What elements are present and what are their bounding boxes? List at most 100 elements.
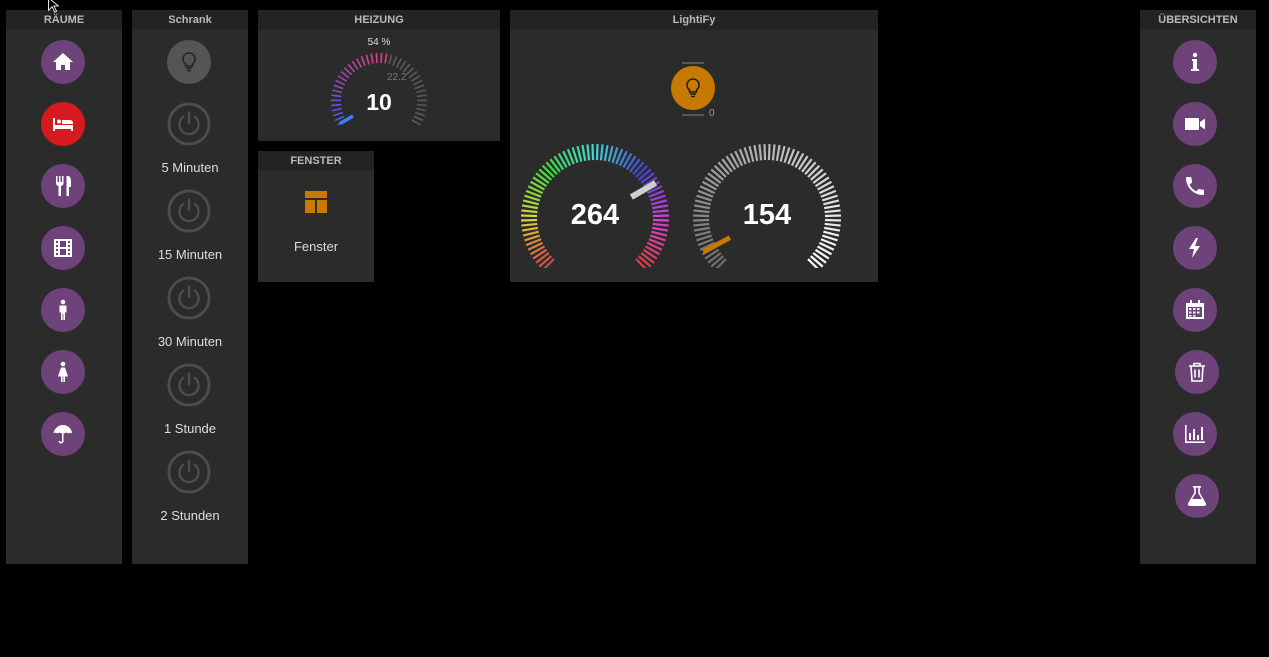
- hue-gauge-tick: [651, 199, 668, 206]
- flask-icon: [1187, 486, 1207, 506]
- timer-1h-button[interactable]: [167, 363, 211, 407]
- heizung-title: HEIZUNG: [258, 10, 500, 30]
- room-kitchen-button[interactable]: [41, 164, 85, 208]
- heating-gauge-tick: [388, 54, 393, 65]
- raeume-title: RÄUME: [6, 10, 122, 30]
- power-icon: [167, 450, 211, 494]
- hue-gauge-tick: [652, 222, 669, 227]
- calendar-icon: [1186, 300, 1204, 319]
- window-icon: [305, 191, 327, 213]
- white-gauge-tick: [771, 144, 776, 161]
- hue-gauge-tick: [586, 144, 591, 161]
- heating-gauge-tick: [331, 107, 342, 112]
- room-garden-button[interactable]: [41, 412, 85, 456]
- white-gauge-tick: [823, 199, 840, 206]
- lightify-power-button[interactable]: [671, 66, 715, 110]
- hue-gauge-tick: [521, 214, 538, 218]
- white-gauge-tick: [823, 204, 841, 210]
- window-label: Fenster: [293, 239, 339, 254]
- room-boy-button[interactable]: [41, 288, 85, 332]
- white-gauge-tick: [693, 222, 710, 227]
- heating-gauge-tick: [375, 53, 378, 64]
- heating-gauge-tick: [332, 89, 343, 94]
- heating-gauge-tick: [414, 111, 425, 117]
- white-gauge-tick: [824, 209, 841, 214]
- hue-gauge-tick: [652, 218, 669, 222]
- heating-gauge-tick: [351, 60, 359, 70]
- phone-button[interactable]: [1173, 164, 1217, 208]
- calendar-button[interactable]: [1173, 288, 1217, 332]
- hue-gauge-tick: [521, 209, 538, 214]
- room-media-button[interactable]: [41, 226, 85, 270]
- hue-gauge-tick: [521, 204, 539, 210]
- heating-gauge-tick: [384, 53, 388, 64]
- energy-button[interactable]: [1173, 226, 1217, 270]
- hue-gauge-tick: [581, 144, 587, 162]
- white-gauge-tick: [693, 214, 710, 218]
- white-gauge-tick: [693, 209, 710, 214]
- color-temperature-value: 154: [742, 199, 792, 231]
- camera-button[interactable]: [1173, 102, 1217, 146]
- info-icon: [1191, 52, 1199, 71]
- statistics-button[interactable]: [1173, 412, 1217, 456]
- heating-gauge-tick: [331, 103, 342, 107]
- hue-gauge-tick: [651, 204, 669, 210]
- film-icon: [54, 239, 72, 257]
- room-girl-button[interactable]: [41, 350, 85, 394]
- lightify-bulb-track: [682, 114, 704, 116]
- timer-5min-button[interactable]: [167, 102, 211, 146]
- heating-gauge-tick: [399, 60, 407, 70]
- lightify-panel: LightiFy 0 264 154: [510, 10, 878, 282]
- heating-gauge-tick: [340, 71, 350, 79]
- lightify-brightness: 0: [709, 108, 715, 119]
- waste-button[interactable]: [1175, 350, 1219, 394]
- fenster-title: FENSTER: [258, 151, 374, 171]
- heating-gauge-tick: [392, 56, 398, 66]
- hue-gauge-tick: [522, 230, 539, 237]
- hue-gauge-tick: [595, 144, 599, 161]
- lightbulb-icon: [182, 52, 196, 72]
- mouse-cursor-icon: [48, 0, 59, 13]
- schrank-panel: Schrank 5 Minuten 15 Minuten 30 Minuten …: [132, 10, 248, 564]
- heating-gauge-tick: [335, 79, 346, 86]
- heating-gauge-tick: [415, 89, 426, 94]
- heating-gauge-tick: [333, 84, 344, 90]
- hue-gauge-tick: [652, 214, 669, 218]
- heating-gauge-tick: [334, 115, 345, 122]
- uebersichten-panel: ÜBERSICHTEN: [1140, 10, 1256, 564]
- heizung-panel: HEIZUNG 54 % 22.2 10: [258, 10, 500, 141]
- lab-button[interactable]: [1175, 474, 1219, 518]
- hue-gauge-tick: [651, 226, 669, 232]
- hue-value: 264: [570, 199, 620, 231]
- schrank-title: Schrank: [132, 10, 248, 30]
- heating-gauge-tick: [343, 67, 353, 76]
- hue-gauge-tick: [652, 209, 669, 214]
- timer-15min-label: 15 Minuten: [157, 247, 223, 262]
- hue-gauge-tick: [521, 226, 539, 232]
- timer-30min-button[interactable]: [167, 276, 211, 320]
- info-button[interactable]: [1173, 40, 1217, 84]
- bar-chart-icon: [1185, 425, 1205, 443]
- room-home-button[interactable]: [41, 40, 85, 84]
- white-gauge-tick: [779, 145, 786, 162]
- heating-setpoint: 10: [366, 89, 392, 115]
- schrank-light-button[interactable]: [167, 40, 211, 84]
- heating-actual-temp: 22.2: [387, 72, 407, 83]
- home-icon: [53, 53, 73, 70]
- timer-2h-button[interactable]: [167, 450, 211, 494]
- timer-15min-button[interactable]: [167, 189, 211, 233]
- white-gauge-tick: [775, 144, 781, 162]
- heating-gauge-tick: [416, 103, 427, 107]
- heating-gauge-tick: [411, 119, 421, 126]
- heating-gauge-tick: [416, 107, 427, 112]
- white-gauge-tick: [693, 226, 711, 232]
- timer-5min-label: 5 Minuten: [161, 160, 219, 175]
- white-gauge-tick: [693, 218, 710, 222]
- white-gauge-tick: [767, 144, 771, 161]
- white-gauge-tick: [823, 230, 840, 237]
- lightbulb-icon: [686, 78, 700, 98]
- room-bedroom-button[interactable]: [41, 102, 85, 146]
- white-gauge-tick: [823, 226, 841, 232]
- white-gauge-tick: [693, 204, 711, 210]
- white-gauge-tick: [824, 222, 841, 227]
